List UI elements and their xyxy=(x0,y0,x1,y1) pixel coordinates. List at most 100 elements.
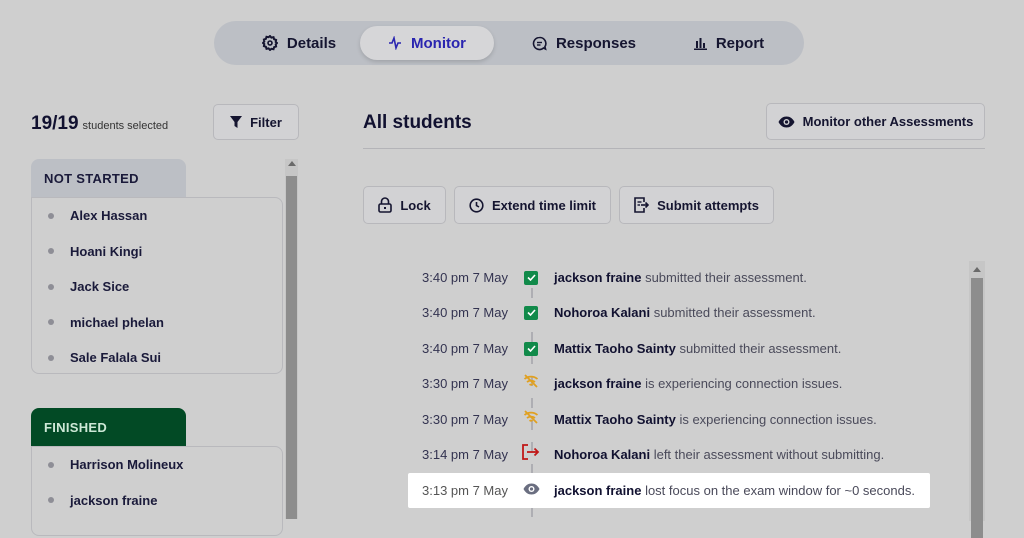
student-name: Alex Hassan xyxy=(70,208,148,224)
event-row: 3:30 pm 7 May Mattix Taoho Sainty is exp… xyxy=(408,402,930,437)
bullet-icon xyxy=(48,461,54,468)
filter-label: Filter xyxy=(250,114,282,130)
wifi-off-icon xyxy=(523,374,539,393)
extend-time-limit-button[interactable]: Extend time limit xyxy=(454,186,611,224)
event-student-name[interactable]: Mattix Taoho Sainty xyxy=(554,412,676,427)
student-item[interactable]: Alex Hassan xyxy=(32,198,282,234)
event-row: 3:30 pm 7 May jackson fraine is experien… xyxy=(408,366,930,401)
submit-attempts-button[interactable]: Submit attempts xyxy=(619,186,774,224)
lock-button[interactable]: Lock xyxy=(363,186,446,224)
filter-button[interactable]: Filter xyxy=(213,104,299,140)
tab-monitor[interactable]: Monitor xyxy=(360,26,494,60)
event-message: jackson fraine submitted their assessmen… xyxy=(554,270,807,285)
tab-details[interactable]: Details xyxy=(239,26,359,60)
bullet-icon xyxy=(48,212,54,219)
event-student-name[interactable]: Mattix Taoho Sainty xyxy=(554,341,676,356)
eye-icon xyxy=(778,116,795,128)
tab-label: Details xyxy=(286,34,337,52)
selected-count: 19/19 students selected xyxy=(31,113,168,135)
submitted-check-icon xyxy=(524,305,538,320)
event-row: 3:40 pm 7 May jackson fraine submitted t… xyxy=(408,260,930,295)
event-student-name[interactable]: jackson fraine xyxy=(554,376,641,391)
event-student-name[interactable]: Nohoroa Kalani xyxy=(554,447,650,462)
divider xyxy=(363,148,985,149)
group-header-not-started[interactable]: NOT STARTED xyxy=(31,159,186,197)
extend-label: Extend time limit xyxy=(491,197,597,213)
student-name: Sale Falala Sui xyxy=(70,350,162,366)
bullet-icon xyxy=(48,354,54,361)
bullet-icon xyxy=(48,283,54,290)
event-message: Mattix Taoho Sainty submitted their asse… xyxy=(554,341,841,356)
group-header-finished[interactable]: FINISHED xyxy=(31,408,186,446)
lock-label: Lock xyxy=(400,197,431,213)
scrollbar-thumb[interactable] xyxy=(971,278,983,538)
student-item[interactable]: michael phelan xyxy=(32,305,282,341)
event-time: 3:30 pm 7 May xyxy=(422,376,508,391)
tab-label: Monitor xyxy=(411,34,466,52)
filter-icon xyxy=(230,116,243,128)
student-item[interactable]: Harrison Molineux xyxy=(32,447,282,483)
event-row: 3:40 pm 7 May Nohoroa Kalani submitted t… xyxy=(408,295,930,330)
submitted-check-icon xyxy=(524,341,538,356)
scrollbar-thumb[interactable] xyxy=(286,176,297,519)
page-title: All students xyxy=(363,112,472,133)
bullet-icon xyxy=(48,248,54,255)
student-name: jackson fraine xyxy=(70,492,158,508)
scroll-up-icon[interactable] xyxy=(288,161,296,166)
bullet-icon xyxy=(48,319,54,326)
student-name: Harrison Molineux xyxy=(70,457,184,473)
event-text: submitted their assessment. xyxy=(645,270,807,285)
event-text: submitted their assessment. xyxy=(679,341,842,356)
event-student-name[interactable]: jackson fraine xyxy=(554,270,641,285)
chat-icon xyxy=(532,36,547,51)
event-row: 3:14 pm 7 May Nohoroa Kalani left their … xyxy=(408,437,930,472)
event-text: submitted their assessment. xyxy=(653,305,816,320)
monitor-other-assessments-button[interactable]: Monitor other Assessments xyxy=(766,103,985,140)
event-time: 3:40 pm 7 May xyxy=(422,341,508,356)
timeline-scrollbar[interactable] xyxy=(969,261,985,538)
eye-icon xyxy=(523,482,540,500)
event-message: jackson fraine is experiencing connectio… xyxy=(554,376,842,391)
submit-label: Submit attempts xyxy=(657,197,759,213)
student-name: michael phelan xyxy=(70,314,164,330)
event-message: Nohoroa Kalani submitted their assessmen… xyxy=(554,305,816,320)
event-text: lost focus on the exam window for ~0 sec… xyxy=(645,483,915,498)
group-list-finished: Harrison Molineux jackson fraine xyxy=(31,446,283,536)
bullet-icon xyxy=(48,497,54,504)
event-text: left their assessment without submitting… xyxy=(653,447,885,462)
bar-chart-icon xyxy=(693,37,707,50)
monitor-other-label: Monitor other Assessments xyxy=(802,114,974,129)
student-name: Jack Sice xyxy=(70,279,130,295)
tab-bar: Details Monitor Responses Report xyxy=(214,21,804,65)
event-time: 3:14 pm 7 May xyxy=(422,447,508,462)
student-item[interactable]: Sale Falala Sui xyxy=(32,340,282,376)
student-item[interactable]: jackson fraine xyxy=(32,483,282,519)
student-item[interactable]: Hoani Kingi xyxy=(32,234,282,270)
gear-icon xyxy=(261,35,278,51)
event-row: 3:40 pm 7 May Mattix Taoho Sainty submit… xyxy=(408,331,930,366)
event-student-name[interactable]: jackson fraine xyxy=(554,483,641,498)
selected-count-value: 19/19 xyxy=(31,113,79,134)
event-time: 3:40 pm 7 May xyxy=(422,270,508,285)
event-time: 3:13 pm 7 May xyxy=(422,483,508,498)
event-message: Mattix Taoho Sainty is experiencing conn… xyxy=(554,412,877,427)
scroll-up-icon[interactable] xyxy=(973,267,981,272)
selected-count-label: students selected xyxy=(82,120,169,132)
activity-icon xyxy=(388,36,402,50)
event-student-name[interactable]: Nohoroa Kalani xyxy=(554,305,650,320)
event-time: 3:40 pm 7 May xyxy=(422,305,508,320)
student-item[interactable]: Jack Sice xyxy=(32,269,282,305)
submitted-check-icon xyxy=(524,270,538,285)
lock-icon xyxy=(378,197,393,213)
clock-icon xyxy=(469,197,484,213)
event-row-highlighted: 3:13 pm 7 May jackson fraine lost focus … xyxy=(408,473,930,508)
left-scrollbar[interactable] xyxy=(285,159,298,519)
tab-responses[interactable]: Responses xyxy=(514,26,654,60)
submit-document-icon xyxy=(634,197,650,213)
event-text: is experiencing connection issues. xyxy=(679,412,877,427)
exit-icon xyxy=(522,444,540,465)
group-list-not-started: Alex Hassan Hoani Kingi Jack Sice michae… xyxy=(31,197,283,374)
event-message: Nohoroa Kalani left their assessment wit… xyxy=(554,447,884,462)
tab-report[interactable]: Report xyxy=(674,26,784,60)
event-time: 3:30 pm 7 May xyxy=(422,412,508,427)
